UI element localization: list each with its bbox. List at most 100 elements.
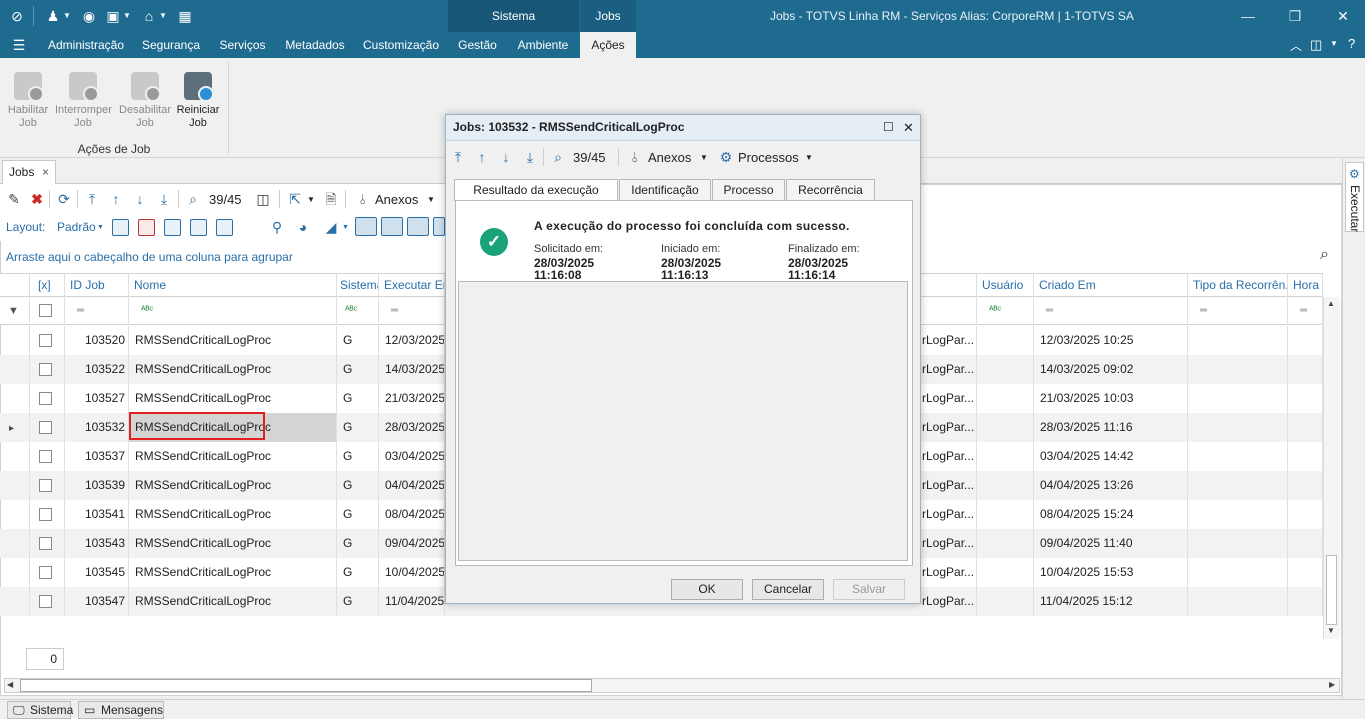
- cell-name[interactable]: RMSSendCriticalLogProc: [129, 326, 337, 355]
- row-check-cell[interactable]: [30, 384, 65, 413]
- last-record-icon[interactable]: ⤓: [521, 148, 539, 166]
- upload-layout-icon[interactable]: [190, 219, 207, 236]
- cell-param[interactable]: rLogPar...: [921, 587, 977, 616]
- minimize-icon[interactable]: —: [1240, 8, 1256, 24]
- empty-cell[interactable]: [977, 471, 1034, 500]
- empty-cell[interactable]: [1188, 471, 1288, 500]
- cell-param[interactable]: rLogPar...: [921, 326, 977, 355]
- chevron-down-icon[interactable]: ▼: [97, 224, 104, 231]
- previous-record-icon[interactable]: ↑: [473, 148, 491, 166]
- filter-text-icon[interactable]: ᴬᴮᶜ: [129, 297, 337, 325]
- layout-icon[interactable]: ◫: [1310, 37, 1322, 53]
- chevron-down-icon[interactable]: ▼: [427, 195, 435, 204]
- empty-cell[interactable]: [1288, 500, 1323, 529]
- row-check-cell[interactable]: [30, 326, 65, 355]
- tab-processo[interactable]: Processo: [712, 179, 785, 200]
- empty-cell[interactable]: [977, 529, 1034, 558]
- empty-cell[interactable]: [977, 326, 1034, 355]
- cell-created[interactable]: 03/04/2025 14:42: [1034, 442, 1188, 471]
- cell-created[interactable]: 04/04/2025 13:26: [1034, 471, 1188, 500]
- filter-equals-icon[interactable]: ═: [1288, 297, 1323, 325]
- cell-exec[interactable]: 03/04/2025: [379, 442, 445, 471]
- chevron-down-icon[interactable]: ▼: [700, 153, 708, 162]
- layout-select[interactable]: Padrão: [57, 220, 96, 234]
- cell-exec[interactable]: 28/03/2025: [379, 413, 445, 442]
- chevron-down-icon[interactable]: ▼: [307, 195, 315, 204]
- cell-created[interactable]: 08/04/2025 15:24: [1034, 500, 1188, 529]
- apps-grid-icon[interactable]: ▦: [176, 7, 194, 25]
- cell-created[interactable]: 09/04/2025 11:40: [1034, 529, 1188, 558]
- cell-name[interactable]: RMSSendCriticalLogProc: [129, 587, 337, 616]
- header-check[interactable]: [x]: [30, 274, 65, 298]
- empty-cell[interactable]: [1288, 384, 1323, 413]
- menu-metadados[interactable]: Metadados: [280, 32, 350, 58]
- cell-id[interactable]: 103527: [65, 384, 129, 413]
- cell-exec[interactable]: 11/04/2025: [379, 587, 445, 616]
- cell-created[interactable]: 21/03/2025 10:03: [1034, 384, 1188, 413]
- delete-icon[interactable]: ✖: [28, 190, 46, 208]
- row-check-cell[interactable]: [30, 500, 65, 529]
- checkbox[interactable]: [39, 334, 52, 347]
- cell-created[interactable]: 11/04/2025 15:12: [1034, 587, 1188, 616]
- checkbox[interactable]: [39, 508, 52, 521]
- copy-layout-icon[interactable]: [164, 219, 181, 236]
- scroll-right-icon[interactable]: ▶: [1329, 680, 1335, 689]
- cell-id[interactable]: 103532: [65, 413, 129, 442]
- edit-icon[interactable]: ✎: [5, 190, 23, 208]
- menu-customizacao[interactable]: Customização: [360, 32, 442, 58]
- form-view-icon[interactable]: ◫: [254, 190, 272, 208]
- cell-param[interactable]: rLogPar...: [921, 558, 977, 587]
- cell-name[interactable]: RMSSendCriticalLogProc: [129, 355, 337, 384]
- last-record-icon[interactable]: ⤓: [155, 190, 173, 208]
- empty-cell[interactable]: [977, 413, 1034, 442]
- empty-cell[interactable]: [1188, 355, 1288, 384]
- filter-check[interactable]: [30, 297, 65, 325]
- cell-param[interactable]: rLogPar...: [921, 442, 977, 471]
- cell-param[interactable]: rLogPar...: [921, 413, 977, 442]
- cell-exec[interactable]: 21/03/2025: [379, 384, 445, 413]
- cell-system[interactable]: G: [337, 442, 379, 471]
- empty-cell[interactable]: [1288, 326, 1323, 355]
- layout-option-icon[interactable]: [433, 217, 445, 236]
- cell-system[interactable]: G: [337, 471, 379, 500]
- cell-exec[interactable]: 12/03/2025: [379, 326, 445, 355]
- home-icon[interactable]: ⌂: [140, 7, 158, 25]
- cell-system[interactable]: G: [337, 355, 379, 384]
- tab-mensagens[interactable]: ▭ Mensagens: [78, 701, 164, 719]
- header-executar-em[interactable]: Executar Em: [379, 274, 445, 298]
- search-icon[interactable]: ⌕: [549, 148, 567, 166]
- header-tipo-recorrencia[interactable]: Tipo da Recorrên...: [1188, 274, 1288, 298]
- window-menu-icon[interactable]: ▣: [104, 7, 122, 25]
- attachment-icon[interactable]: ⫰: [626, 148, 644, 166]
- cell-name[interactable]: RMSSendCriticalLogProc: [129, 471, 337, 500]
- chevron-down-icon[interactable]: ▼: [159, 11, 167, 20]
- header-param[interactable]: [921, 274, 977, 298]
- maximize-icon[interactable]: ☐: [883, 115, 894, 140]
- checkbox[interactable]: [39, 479, 52, 492]
- close-icon[interactable]: ×: [42, 161, 49, 183]
- checkbox[interactable]: [39, 421, 52, 434]
- layout-option-icon[interactable]: [355, 217, 377, 236]
- tab-recorrencia[interactable]: Recorrência: [786, 179, 875, 200]
- checkbox[interactable]: [39, 595, 52, 608]
- disable-job-button[interactable]: Desabilitar Job: [117, 72, 173, 130]
- chevron-down-icon[interactable]: ▼: [123, 11, 131, 20]
- header-sistema[interactable]: Sistema: [337, 274, 379, 298]
- execution-log-box[interactable]: [458, 281, 908, 561]
- cell-id[interactable]: 103537: [65, 442, 129, 471]
- menu-servicos[interactable]: Serviços: [214, 32, 271, 58]
- chevron-down-icon[interactable]: ▼: [1330, 39, 1338, 48]
- checkbox[interactable]: [39, 392, 52, 405]
- processos-button[interactable]: Processos: [738, 150, 799, 165]
- group-by-hint[interactable]: Arraste aqui o cabeçalho de uma coluna p…: [6, 250, 293, 264]
- first-record-icon[interactable]: ⤒: [83, 190, 101, 208]
- empty-cell[interactable]: [1288, 558, 1323, 587]
- empty-cell[interactable]: [1288, 413, 1323, 442]
- cell-id[interactable]: 103539: [65, 471, 129, 500]
- cell-param[interactable]: rLogPar...: [921, 471, 977, 500]
- anexos-button[interactable]: Anexos: [648, 150, 691, 165]
- empty-cell[interactable]: [1288, 471, 1323, 500]
- report-icon[interactable]: 🗎: [322, 190, 340, 208]
- cell-name[interactable]: RMSSendCriticalLogProc: [129, 558, 337, 587]
- view-icon[interactable]: ◉: [80, 7, 98, 25]
